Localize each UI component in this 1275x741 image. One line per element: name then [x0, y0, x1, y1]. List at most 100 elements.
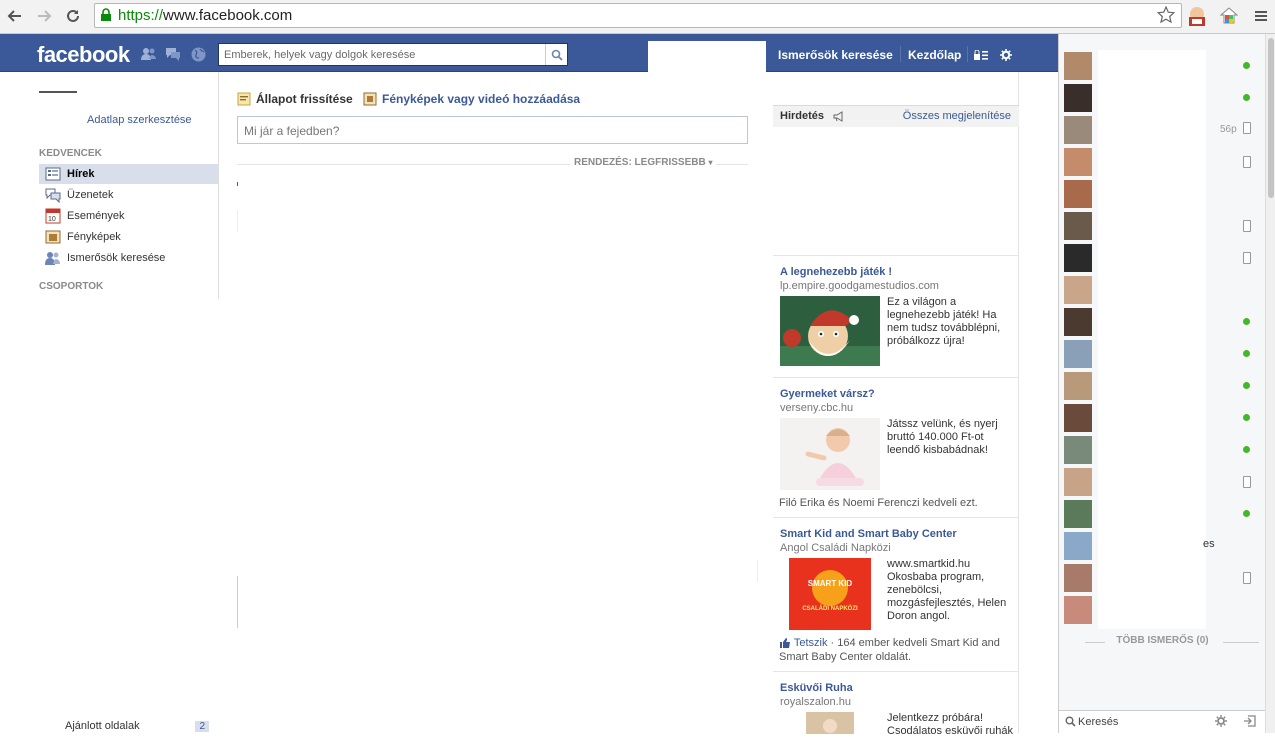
friend-avatar[interactable] — [1064, 404, 1092, 432]
photo-icon — [363, 92, 377, 106]
friend-avatar[interactable] — [1064, 180, 1092, 208]
find-friends-icon — [45, 252, 60, 265]
ad-item[interactable]: Esküvői Ruha royalszalon.hu Jelentkezz p… — [773, 671, 1019, 741]
count-badge: 2 — [195, 721, 209, 732]
ad-image-smartkid[interactable]: SMART KID CSALÁDI NAPKÖZI — [780, 558, 880, 630]
chat-scrollbar[interactable] — [1265, 34, 1275, 733]
search-input[interactable]: Emberek, helyek vagy dolgok keresése — [224, 49, 415, 61]
sidebar-item-label: Ajánlott oldalak — [65, 720, 140, 732]
ad-item[interactable]: Smart Kid and Smart Baby Center Angol Cs… — [773, 517, 1019, 671]
sort-dropdown[interactable]: RENDEZÉS: LEGFRISSEBB ▾ — [570, 157, 717, 168]
like-link[interactable]: Tetszik — [794, 637, 828, 649]
left-sidebar: Adatlap szerkesztése KEDVENCEK Hírek Üze… — [0, 72, 219, 734]
online-status-icon — [1243, 510, 1250, 517]
news-feed-icon — [45, 167, 61, 181]
friend-requests-icon[interactable] — [141, 47, 157, 61]
sidebar-item-label: Ismerősök keresése — [67, 252, 166, 264]
address-bar[interactable]: https://www.facebook.com — [94, 3, 1182, 28]
sidebar-item-find-friends[interactable]: Ismerősök keresése — [39, 248, 218, 268]
ad-title[interactable]: Gyermeket vársz? — [780, 388, 875, 400]
ad-title[interactable]: A legnehezebb játék ! — [780, 266, 892, 278]
more-friends-label[interactable]: TÖBB ISMERŐS (0) — [1059, 635, 1266, 646]
ad-title[interactable]: Esküvői Ruha — [780, 682, 853, 694]
online-status-icon — [1243, 350, 1250, 357]
status-input[interactable]: Mi jár a fejedben? — [237, 116, 748, 144]
friend-avatar[interactable] — [1064, 276, 1092, 304]
search-box[interactable]: Emberek, helyek vagy dolgok keresése — [218, 43, 568, 66]
sidebar-item-label: Fényképek — [67, 231, 121, 243]
feed-edge-mark — [237, 210, 238, 232]
friend-avatar[interactable] — [1064, 148, 1092, 176]
sort-label: RENDEZÉS: LEGFRISSEBB — [574, 157, 706, 168]
profile-name[interactable] — [39, 91, 77, 93]
ad-social-context: Filó Erika és Noemi Ferenczi kedveli ezt… — [779, 497, 978, 509]
friend-avatar[interactable] — [1064, 84, 1092, 112]
ad-social-context: Tetszik · 164 ember kedveli Smart Kid an… — [779, 637, 1000, 663]
mobile-status-icon — [1243, 572, 1251, 584]
friend-name-fragment: es — [1203, 538, 1215, 550]
online-status-icon — [1243, 414, 1250, 421]
tab-add-photo-video[interactable]: Fényképek vagy videó hozzáadása — [363, 90, 580, 108]
find-friends-link[interactable]: Ismerősök keresése — [778, 48, 893, 62]
ad-item[interactable]: Gyermeket vársz? verseny.cbc.hu Játssz v… — [773, 377, 1019, 517]
friend-avatar[interactable] — [1064, 564, 1092, 592]
search-button[interactable] — [545, 44, 567, 65]
friend-avatar[interactable] — [1064, 308, 1092, 336]
friend-avatar[interactable] — [1064, 372, 1092, 400]
mobile-status-icon — [1243, 476, 1251, 488]
sidebar-item-events[interactable]: 10 Események — [39, 206, 218, 226]
show-all-ads-link[interactable]: Összes megjelenítése — [903, 110, 1011, 122]
search-icon — [551, 49, 563, 61]
reload-button[interactable] — [62, 5, 84, 27]
friend-avatar[interactable] — [1064, 500, 1092, 528]
edit-profile-link[interactable]: Adatlap szerkesztése — [87, 114, 192, 126]
thumbs-up-icon — [780, 638, 790, 648]
friend-avatar[interactable] — [1064, 468, 1092, 496]
menu-icon[interactable] — [1253, 8, 1269, 24]
ad-body: Ez a világon a legnehezebb játék! Ha nem… — [887, 296, 1001, 347]
friend-avatar[interactable] — [1064, 340, 1092, 368]
ad-image-baby[interactable] — [780, 418, 880, 490]
photos-icon — [45, 230, 61, 244]
popout-icon[interactable] — [1243, 715, 1256, 727]
sidebar-item-photos[interactable]: Fényképek — [39, 227, 218, 247]
browser-toolbar: https://www.facebook.com — [0, 0, 1275, 34]
ad-item[interactable]: A legnehezebb játék ! lp.empire.goodgame… — [773, 255, 1019, 377]
messages-jewel-icon[interactable] — [165, 47, 181, 61]
tab-update-status[interactable]: Állapot frissítése — [237, 90, 353, 108]
extension-icon[interactable] — [1186, 5, 1208, 27]
friend-avatar[interactable] — [1064, 212, 1092, 240]
chat-search-bar[interactable]: Keresés — [1059, 710, 1266, 733]
feed-edge-mark — [237, 182, 238, 186]
friend-avatar[interactable] — [1064, 52, 1092, 80]
forward-button[interactable] — [33, 5, 55, 27]
groups-heading: CSOPORTOK — [39, 281, 104, 292]
chevron-down-icon: ▾ — [708, 158, 713, 167]
chat-search-input[interactable]: Keresés — [1078, 716, 1118, 728]
ad-image-wedding[interactable] — [780, 712, 880, 734]
redacted-friend-names — [1098, 50, 1206, 629]
bookmark-star-icon[interactable] — [1157, 6, 1175, 24]
back-button[interactable] — [4, 5, 26, 27]
friend-avatar[interactable] — [1064, 596, 1092, 624]
friend-avatar[interactable] — [1064, 532, 1092, 560]
ad-image-santa[interactable] — [780, 296, 880, 366]
facebook-logo[interactable]: facebook — [37, 42, 130, 68]
friend-avatar[interactable] — [1064, 116, 1092, 144]
sidebar-item-messages[interactable]: Üzenetek — [39, 185, 218, 205]
scrollbar-thumb[interactable] — [1268, 38, 1274, 198]
sidebar-item-label: Események — [67, 210, 125, 222]
sidebar-item-suggested-pages[interactable]: Ajánlott oldalak 2 — [39, 720, 209, 734]
status-pencil-icon — [237, 92, 251, 106]
friend-avatar[interactable] — [1064, 436, 1092, 464]
privacy-shortcuts-icon[interactable] — [974, 50, 988, 60]
sidebar-item-news-feed[interactable]: Hírek — [39, 164, 218, 184]
home-link[interactable]: Kezdőlap — [908, 48, 961, 62]
friend-avatar[interactable] — [1064, 244, 1092, 272]
notifications-globe-icon[interactable] — [191, 47, 206, 62]
settings-gear-icon[interactable] — [1000, 49, 1012, 61]
ad-title[interactable]: Smart Kid and Smart Baby Center — [780, 528, 957, 540]
chat-options-gear-icon[interactable] — [1215, 715, 1227, 727]
home-icon[interactable] — [1219, 6, 1239, 26]
divider — [1223, 642, 1259, 643]
